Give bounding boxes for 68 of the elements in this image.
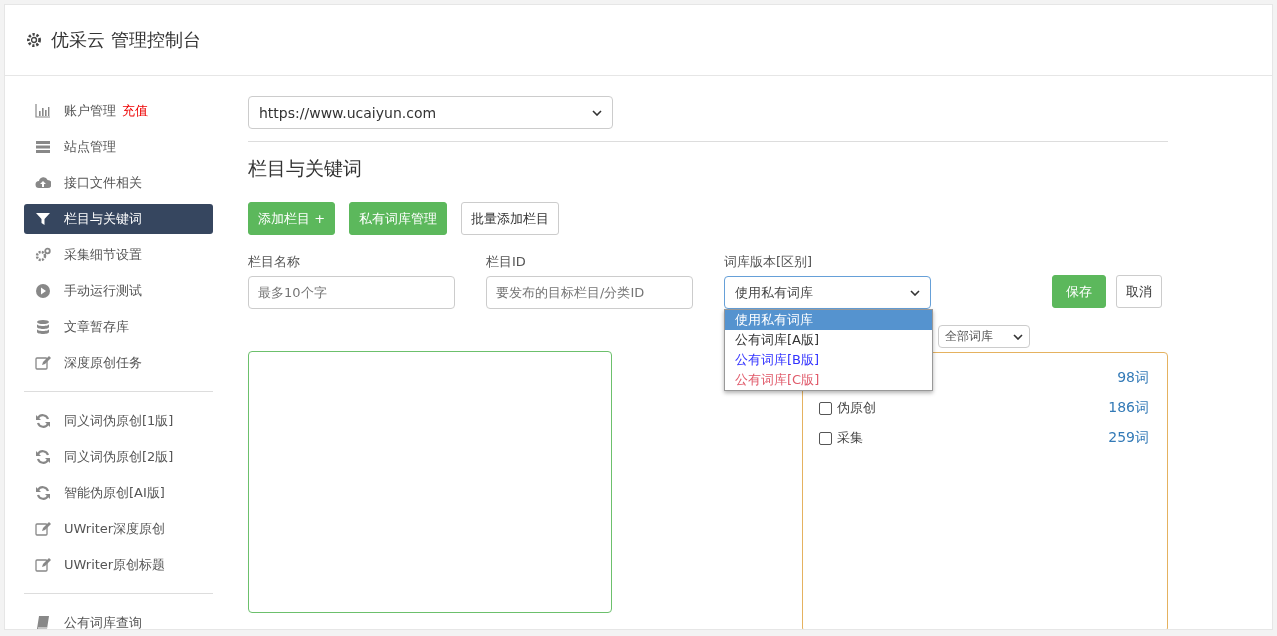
library-filter-select[interactable]: 全部词库 (938, 325, 1030, 348)
sidebar-item[interactable]: UWriter原创标题 (24, 550, 213, 580)
sidebar-item-label: 栏目与关键词 (64, 210, 142, 228)
server-icon (35, 139, 51, 155)
input-field[interactable]: 最多10个字 (248, 276, 455, 309)
refresh-icon (35, 413, 51, 429)
recharge-link[interactable]: 充值 (122, 102, 148, 120)
refresh-icon (35, 485, 51, 501)
sidebar-item[interactable]: 智能伪原创[AI版] (24, 478, 213, 508)
settings-icon (25, 31, 43, 49)
library-name: 采集 (837, 429, 863, 447)
sidebar-item-label: 同义词伪原创[1版] (64, 412, 174, 430)
toolbar-button[interactable]: 批量添加栏目 (461, 202, 560, 235)
dropdown-option[interactable]: 公有词库[A版] (725, 330, 932, 350)
word-count: 259词 (1108, 429, 1149, 447)
cloud-upload-icon (35, 175, 51, 191)
sidebar-item[interactable]: 深度原创任务 (24, 348, 213, 378)
sidebar-item[interactable]: 文章暂存库 (24, 312, 213, 342)
sidebar-item-label: 账户管理 (64, 102, 116, 120)
dropdown-option[interactable]: 公有词库[B版] (725, 350, 932, 370)
field-label: 词库版本[区别] (724, 253, 814, 271)
sidebar-item-label: UWriter深度原创 (64, 520, 166, 538)
sidebar-item-label: 公有词库查询 (64, 614, 142, 629)
edit-icon (35, 521, 51, 537)
library-select[interactable]: 使用私有词库 (724, 276, 931, 309)
field-label: 栏目ID (486, 253, 527, 271)
sidebar-item-label: 站点管理 (64, 138, 116, 156)
sidebar-item[interactable]: 采集细节设置 (24, 240, 213, 270)
checkbox[interactable] (819, 431, 832, 445)
site-select[interactable]: https://www.ucaiyun.com (248, 96, 613, 129)
word-count: 186词 (1108, 399, 1149, 417)
sidebar-item-label: 深度原创任务 (64, 354, 142, 372)
edit-icon (35, 557, 51, 573)
sidebar-item-label: 手动运行测试 (64, 282, 142, 300)
edit-icon (35, 355, 51, 371)
word-count: 98词 (1117, 369, 1149, 387)
sidebar-item-label: 接口文件相关 (64, 174, 142, 192)
sidebar-item-label: 智能伪原创[AI版] (64, 484, 165, 502)
sidebar-item[interactable]: 公有词库查询 (24, 608, 213, 629)
dropdown-option[interactable]: 公有词库[C版] (725, 370, 932, 390)
caret-icon (1013, 333, 1023, 340)
database-icon (35, 319, 51, 335)
sidebar-item-label: UWriter原创标题 (64, 556, 166, 574)
caret-icon (910, 289, 920, 296)
sidebar-item-label: 文章暂存库 (64, 318, 129, 336)
input-field[interactable]: 要发布的目标栏目/分类ID (486, 276, 693, 309)
sidebar-item[interactable]: 手动运行测试 (24, 276, 213, 306)
bar-chart-icon (35, 103, 51, 119)
sidebar-item[interactable]: 栏目与关键词 (24, 204, 213, 234)
cancel-button[interactable]: 取消 (1116, 275, 1162, 308)
gears-icon (35, 247, 51, 263)
sidebar-item[interactable]: 账户管理 充值 (24, 96, 213, 126)
field-label: 栏目名称 (248, 253, 301, 271)
sidebar-item-label: 同义词伪原创[2版] (64, 448, 174, 466)
sidebar-item-label: 采集细节设置 (64, 246, 142, 264)
sidebar-item[interactable]: 同义词伪原创[1版] (24, 406, 213, 436)
sidebar-item[interactable]: 接口文件相关 (24, 168, 213, 198)
checkbox[interactable] (819, 401, 832, 415)
sidebar-item[interactable]: 同义词伪原创[2版] (24, 442, 213, 472)
section-title: 栏目与关键词 (248, 156, 363, 181)
caret-icon (592, 109, 602, 116)
sidebar-item[interactable]: 站点管理 (24, 132, 213, 162)
page-title: 优采云 管理控制台 (51, 28, 201, 52)
library-name: 伪原创 (837, 399, 876, 417)
sidebar-item[interactable]: UWriter深度原创 (24, 514, 213, 544)
play-circle-icon (35, 283, 51, 299)
refresh-icon (35, 449, 51, 465)
filter-icon (35, 211, 51, 227)
